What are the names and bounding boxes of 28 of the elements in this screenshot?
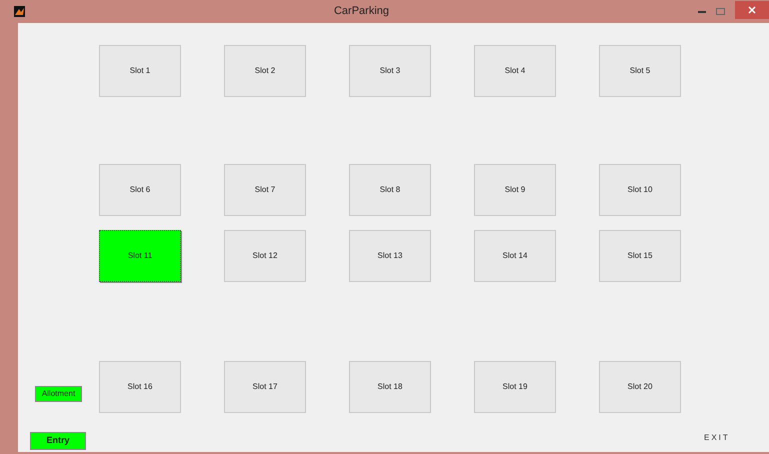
slot-button[interactable]: Slot 19 — [474, 361, 556, 413]
close-button[interactable] — [735, 0, 769, 18]
minimize-icon[interactable] — [698, 10, 706, 12]
window-title: CarParking — [334, 4, 390, 20]
slot-button[interactable]: Slot 17 — [224, 361, 306, 413]
slot-button[interactable]: Slot 10 — [599, 164, 681, 216]
allotment-button[interactable]: Allotment — [35, 386, 82, 402]
slot-button[interactable]: Slot 18 — [349, 361, 431, 413]
slot-button[interactable]: Slot 14 — [474, 230, 556, 282]
exit-label[interactable]: EXIT — [704, 432, 730, 444]
slot-button[interactable]: Slot 1 — [99, 45, 181, 97]
close-icon[interactable] — [748, 6, 756, 14]
slot-button[interactable]: Slot 6 — [99, 164, 181, 216]
slot-button[interactable]: Slot 8 — [349, 164, 431, 216]
slot-button[interactable]: Slot 13 — [349, 230, 431, 282]
slot-button[interactable]: Slot 5 — [599, 45, 681, 97]
slot-button[interactable]: Slot 9 — [474, 164, 556, 216]
slot-button[interactable]: Slot 20 — [599, 361, 681, 413]
slot-button[interactable]: Slot 7 — [224, 164, 306, 216]
slot-button[interactable]: Slot 2 — [224, 45, 306, 97]
slot-button[interactable]: Slot 11 — [99, 230, 181, 282]
entry-button[interactable]: Entry — [30, 432, 86, 450]
slot-button[interactable]: Slot 12 — [224, 230, 306, 282]
slot-button[interactable]: Slot 16 — [99, 361, 181, 413]
app-logo-icon — [14, 6, 25, 17]
slot-button[interactable]: Slot 4 — [474, 45, 556, 97]
slot-button[interactable]: Slot 15 — [599, 230, 681, 282]
slot-button[interactable]: Slot 3 — [349, 45, 431, 97]
